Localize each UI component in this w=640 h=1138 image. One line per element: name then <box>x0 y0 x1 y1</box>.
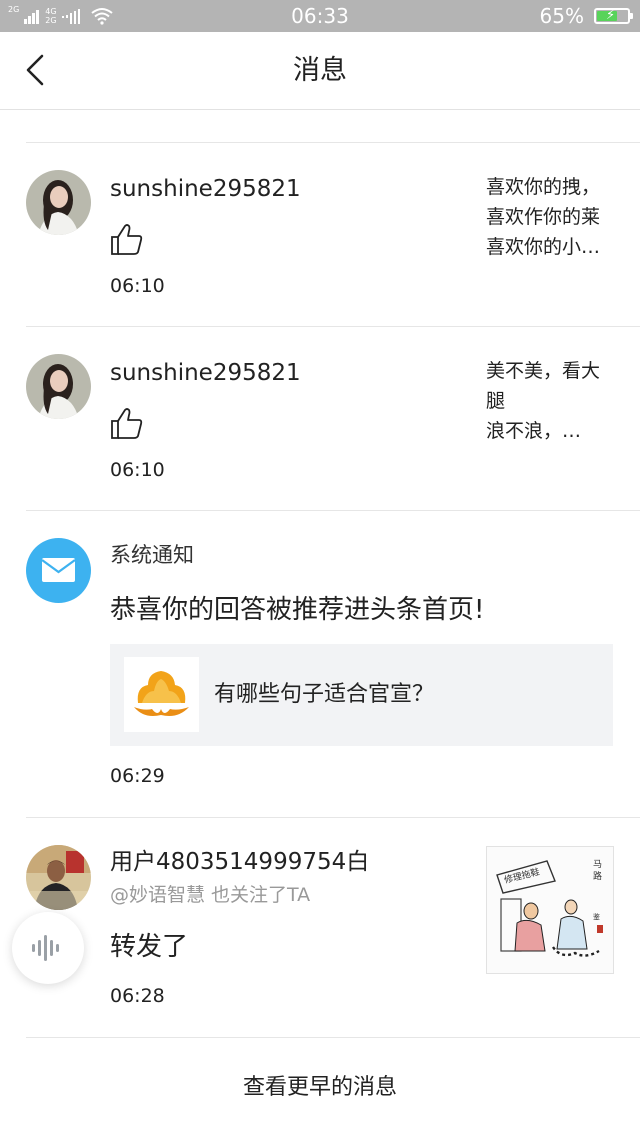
divider <box>26 1037 640 1038</box>
charging-bolt-icon: ⚡ <box>606 8 616 23</box>
view-earlier-messages-link[interactable]: 查看更早的消息 <box>0 1073 640 1103</box>
quoted-content[interactable]: 美不美，看大 腿 浪不浪，… <box>486 356 626 446</box>
quote-line: 喜欢你的小… <box>486 236 601 258</box>
message-time: 06:29 <box>110 765 165 787</box>
username[interactable]: sunshine295821 <box>110 174 301 204</box>
quote-line: 美不美，看大 <box>486 360 601 382</box>
system-label: 系统通知 <box>110 543 194 567</box>
quoted-content[interactable]: 喜欢你的拽， 喜欢作你的莱 喜欢你的小… <box>486 172 626 262</box>
quote-line: 浪不浪，… <box>486 420 582 442</box>
avatar[interactable] <box>26 845 91 910</box>
thumbs-up-icon <box>110 406 144 440</box>
message-item[interactable]: sunshine295821 06:10 喜欢你的拽， 喜欢作你的莱 喜欢你的小… <box>0 143 640 326</box>
quote-line: 喜欢你的拽， <box>486 176 601 198</box>
system-notification[interactable]: 系统通知 恭喜你的回答被推荐进头条首页! 有哪些句子适合官宣？ 06:29 <box>0 511 640 817</box>
battery-percent: 65% <box>539 4 584 28</box>
svg-text:鉴: 鉴 <box>593 912 600 921</box>
message-item[interactable]: 用户4803514999754白 @妙语智慧 也关注了TA 转发了 06:28 … <box>0 818 640 1036</box>
page-title: 消息 <box>293 55 347 86</box>
nav-bar: 消息 <box>0 32 640 110</box>
voice-waveform-icon <box>32 935 59 961</box>
status-bar: 2G 4G 2G 06:33 65% ⚡ <box>0 0 640 32</box>
quote-line: 腿 <box>486 390 506 412</box>
message-time: 06:10 <box>110 459 165 481</box>
toutiao-logo-icon <box>124 657 199 732</box>
svg-text:路: 路 <box>593 870 602 882</box>
mail-icon <box>26 538 91 603</box>
message-time: 06:10 <box>110 275 165 297</box>
question-title: 有哪些句子适合官宣？ <box>214 682 435 707</box>
svg-text:马: 马 <box>593 859 602 870</box>
quote-line: 喜欢作你的莱 <box>486 206 601 228</box>
voice-button[interactable] <box>12 912 84 984</box>
forward-text: 转发了 <box>110 932 189 962</box>
battery-icon: ⚡ <box>594 8 633 24</box>
forwarded-picture[interactable]: 修理拖鞋马路鉴 <box>486 846 614 974</box>
username[interactable]: 用户4803514999754白 <box>110 847 369 877</box>
avatar[interactable] <box>26 354 91 419</box>
system-text: 恭喜你的回答被推荐进头条首页! <box>110 595 485 625</box>
message-time: 06:28 <box>110 985 165 1007</box>
thumbs-up-icon <box>110 222 144 256</box>
follow-note[interactable]: @妙语智慧 也关注了TA <box>110 882 310 908</box>
avatar[interactable] <box>26 170 91 235</box>
username[interactable]: sunshine295821 <box>110 358 301 388</box>
message-item[interactable]: sunshine295821 06:10 美不美，看大 腿 浪不浪，… <box>0 327 640 510</box>
question-card[interactable]: 有哪些句子适合官宣？ <box>110 644 613 746</box>
